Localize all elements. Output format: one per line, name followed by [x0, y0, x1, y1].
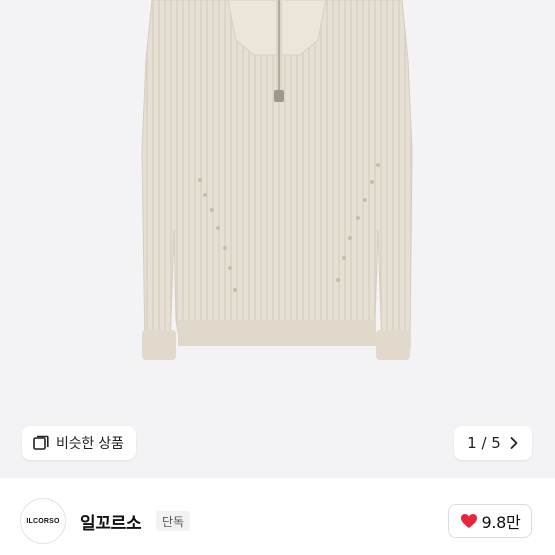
shop-logo-text: ILCORSO: [26, 517, 60, 525]
exclusive-badge: 단독: [156, 511, 191, 531]
heart-icon: [460, 514, 477, 528]
product-image-area[interactable]: 비슷한 상품 1 / 5: [0, 0, 555, 478]
sweater-image: [141, 0, 413, 361]
shop-name[interactable]: 일꼬르소: [80, 509, 142, 534]
similar-items-label: 비슷한 상품: [56, 436, 124, 452]
like-count: 9.8만: [481, 513, 521, 532]
shop-info-row: ILCORSO 일꼬르소 단독 9.8만: [0, 478, 555, 555]
shop-logo[interactable]: ILCORSO: [20, 498, 66, 544]
similar-items-icon: [33, 435, 49, 450]
similar-items-button[interactable]: 비슷한 상품: [22, 426, 136, 460]
image-pager-text: 1 / 5: [467, 434, 501, 452]
chevron-right-icon: [510, 437, 518, 449]
image-pager-button[interactable]: 1 / 5: [454, 426, 532, 460]
like-button[interactable]: 9.8만: [448, 504, 532, 538]
